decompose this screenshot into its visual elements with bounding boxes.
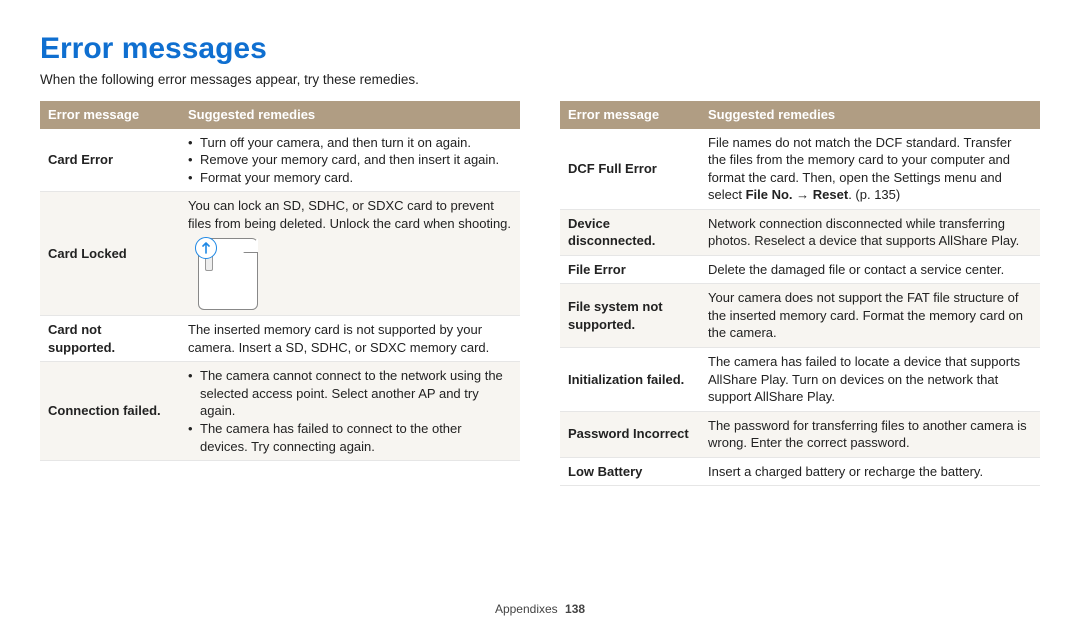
remedy-cell: The inserted memory card is not supporte… [180,316,520,362]
remedy-cell: You can lock an SD, SDHC, or SDXC card t… [180,192,520,316]
error-name: Low Battery [560,457,700,486]
table-row: File Error Delete the damaged file or co… [560,255,1040,284]
table-row: Device disconnected. Network connection … [560,209,1040,255]
page-title: Error messages [40,32,1040,66]
left-column: Error message Suggested remedies Card Er… [40,101,520,486]
table-row: Card not supported. The inserted memory … [40,316,520,362]
table-row: Password Incorrect The password for tran… [560,411,1040,457]
unlock-arrow-icon [195,237,217,259]
error-table-right: Error message Suggested remedies DCF Ful… [560,101,1040,486]
remedy-text: . (p. 135) [848,187,900,202]
remedy-cell: The camera has failed to locate a device… [700,348,1040,412]
table-row: Card Locked You can lock an SD, SDHC, or… [40,192,520,316]
page-number: 138 [565,602,585,616]
bold-text: Reset [813,187,848,202]
remedy-cell: File names do not match the DCF standard… [700,129,1040,210]
error-table-left: Error message Suggested remedies Card Er… [40,101,520,461]
remedy-cell: Delete the damaged file or contact a ser… [700,255,1040,284]
table-row: Card Error Turn off your camera, and the… [40,129,520,192]
error-name: Initialization failed. [560,348,700,412]
remedy-item: The camera has failed to connect to the … [188,420,512,455]
error-name: DCF Full Error [560,129,700,210]
error-name: Card Error [40,129,180,192]
th-remedies: Suggested remedies [700,101,1040,129]
remedy-cell: Network connection disconnected while tr… [700,209,1040,255]
table-row: Connection failed. The camera cannot con… [40,362,520,461]
error-name: Card Locked [40,192,180,316]
table-row: Low Battery Insert a charged battery or … [560,457,1040,486]
remedy-text: You can lock an SD, SDHC, or SDXC card t… [188,198,511,231]
table-row: Initialization failed. The camera has fa… [560,348,1040,412]
error-name: File Error [560,255,700,284]
sd-card-illustration [188,238,512,310]
remedy-cell: The password for transferring files to a… [700,411,1040,457]
page-footer: Appendixes 138 [0,602,1080,616]
error-name: Card not supported. [40,316,180,362]
error-name: File system not supported. [560,284,700,348]
th-remedies: Suggested remedies [180,101,520,129]
remedy-item: Format your memory card. [188,169,512,187]
bold-text: File No. [746,187,793,202]
remedy-item: The camera cannot connect to the network… [188,367,512,420]
error-name: Connection failed. [40,362,180,461]
sd-card-icon [198,238,258,310]
remedy-item: Turn off your camera, and then turn it o… [188,134,512,152]
error-name: Password Incorrect [560,411,700,457]
remedy-cell: Turn off your camera, and then turn it o… [180,129,520,192]
remedy-cell: Your camera does not support the FAT fil… [700,284,1040,348]
th-error: Error message [560,101,700,129]
footer-section: Appendixes [495,602,558,616]
remedy-cell: The camera cannot connect to the network… [180,362,520,461]
intro-text: When the following error messages appear… [40,72,1040,87]
remedy-cell: Insert a charged battery or recharge the… [700,457,1040,486]
arrow-text: → [793,187,813,202]
right-column: Error message Suggested remedies DCF Ful… [560,101,1040,486]
remedy-item: Remove your memory card, and then insert… [188,151,512,169]
th-error: Error message [40,101,180,129]
table-row: File system not supported. Your camera d… [560,284,1040,348]
table-row: DCF Full Error File names do not match t… [560,129,1040,210]
content-columns: Error message Suggested remedies Card Er… [40,101,1040,486]
error-name: Device disconnected. [560,209,700,255]
